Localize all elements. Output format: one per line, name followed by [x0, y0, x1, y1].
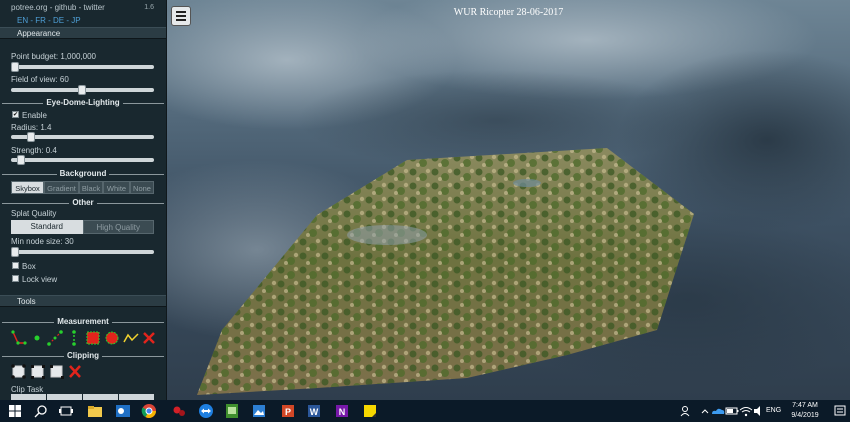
clipping-section-title: Clipping: [0, 351, 166, 361]
clock-date: 9/4/2019: [791, 412, 819, 419]
circle-tool-icon[interactable]: [85, 330, 101, 346]
version-label: 1.6: [144, 4, 154, 11]
edl-enable-label: Enable: [22, 111, 47, 120]
box-checkbox[interactable]: [12, 262, 19, 269]
menu-bar: [176, 19, 186, 21]
fov-thumb[interactable]: [78, 85, 86, 95]
svg-text:N: N: [339, 407, 346, 417]
splat-quality-options: Standard High Quality: [11, 220, 154, 234]
system-clock[interactable]: 7:47 AM 9/4/2019: [785, 401, 825, 421]
word-icon[interactable]: W: [306, 403, 322, 419]
edl-strength-slider[interactable]: [11, 155, 154, 165]
splat-standard-button[interactable]: Standard: [11, 220, 83, 234]
point-budget-thumb[interactable]: [11, 62, 19, 72]
windows-taskbar: P W N ENG 7:47 AM 9/4/2019: [0, 400, 850, 422]
measurement-section-title: Measurement: [0, 317, 166, 327]
project-links[interactable]: potree.org - github - twitter: [11, 3, 105, 12]
remove-measurements-icon[interactable]: [142, 330, 156, 346]
clock-time: 7:47 AM: [792, 402, 818, 409]
clip-plane-icon[interactable]: [49, 364, 65, 379]
outlook-icon[interactable]: [115, 403, 131, 419]
splat-high-quality-button[interactable]: High Quality: [82, 220, 154, 234]
app-green-icon[interactable]: [224, 403, 240, 419]
background-section-title: Background: [0, 169, 166, 179]
min-node-size-thumb[interactable]: [11, 247, 19, 257]
clip-volume-icon[interactable]: [30, 364, 46, 379]
background-white-button[interactable]: White: [103, 181, 130, 194]
splat-quality-label: Splat Quality: [11, 209, 57, 218]
powerpoint-icon[interactable]: P: [280, 403, 296, 419]
min-node-size-label: Min node size: 30: [11, 237, 74, 246]
language-links[interactable]: EN - FR - DE - JP: [17, 16, 81, 25]
chrome-icon[interactable]: [141, 403, 157, 419]
fov-label: Field of view: 60: [11, 75, 69, 84]
angle-tool-icon[interactable]: [11, 330, 27, 346]
clip-polygon-icon[interactable]: [11, 364, 27, 379]
edl-enable-checkbox[interactable]: ✔: [12, 111, 19, 118]
lock-view-checkbox[interactable]: [12, 275, 19, 282]
input-language[interactable]: ENG: [766, 407, 781, 414]
background-gradient-button[interactable]: Gradient: [44, 181, 79, 194]
edl-radius-label: Radius: 1.4: [11, 123, 52, 132]
svg-text:W: W: [310, 407, 319, 417]
lock-view-label: Lock view: [22, 275, 58, 284]
clip-task-label: Clip Task: [11, 385, 44, 394]
notifications-icon[interactable]: [832, 403, 848, 419]
svg-text:P: P: [285, 407, 291, 417]
profile-tool-icon[interactable]: [123, 330, 139, 346]
remove-clipping-icon[interactable]: [68, 364, 82, 379]
height-tool-icon[interactable]: [66, 330, 82, 346]
windows-start-icon[interactable]: [7, 403, 23, 419]
point-cloud-viewer[interactable]: WUR Ricopter 28-06-2017: [167, 0, 850, 400]
edl-radius-slider[interactable]: [11, 132, 154, 142]
onenote-icon[interactable]: N: [334, 403, 350, 419]
point-cloud-render[interactable]: [167, 0, 850, 400]
people-icon[interactable]: [678, 403, 694, 419]
sticky-notes-icon[interactable]: [362, 403, 378, 419]
area-tool-icon[interactable]: [104, 330, 120, 346]
other-section-title: Other: [0, 198, 166, 208]
appearance-header[interactable]: Appearance: [0, 27, 166, 39]
fov-slider[interactable]: [11, 85, 154, 95]
search-icon[interactable]: [33, 403, 49, 419]
point-budget-label: Point budget: 1,000,000: [11, 52, 96, 61]
measurement-tools: [11, 330, 156, 346]
background-options: Skybox Gradient Black White None: [11, 181, 154, 194]
point-tool-icon[interactable]: [30, 330, 44, 346]
clipping-tools: [11, 364, 82, 379]
point-budget-slider[interactable]: [11, 62, 154, 72]
viewer-title: WUR Ricopter 28-06-2017: [453, 7, 564, 18]
photos-icon[interactable]: [251, 403, 267, 419]
potree-sidebar: potree.org - github - twitter 1.6 EN - F…: [0, 0, 167, 400]
sidebar-topbar: potree.org - github - twitter 1.6: [0, 0, 166, 15]
volume-icon[interactable]: [751, 403, 767, 419]
edl-strength-label: Strength: 0.4: [11, 146, 57, 155]
edl-section-title: Eye-Dome-Lighting: [0, 98, 166, 108]
tools-header[interactable]: Tools: [0, 295, 166, 307]
min-node-size-slider[interactable]: [11, 247, 154, 257]
background-black-button[interactable]: Black: [79, 181, 103, 194]
edl-radius-thumb[interactable]: [27, 132, 35, 142]
background-none-button[interactable]: None: [130, 181, 154, 194]
background-skybox-button[interactable]: Skybox: [11, 181, 44, 194]
edl-strength-thumb[interactable]: [17, 155, 25, 165]
distance-tool-icon[interactable]: [47, 330, 63, 346]
task-view-icon[interactable]: [58, 403, 74, 419]
file-explorer-icon[interactable]: [87, 403, 103, 419]
teamviewer-icon[interactable]: [198, 403, 214, 419]
app-red-icon[interactable]: [171, 403, 187, 419]
box-label: Box: [22, 262, 36, 271]
